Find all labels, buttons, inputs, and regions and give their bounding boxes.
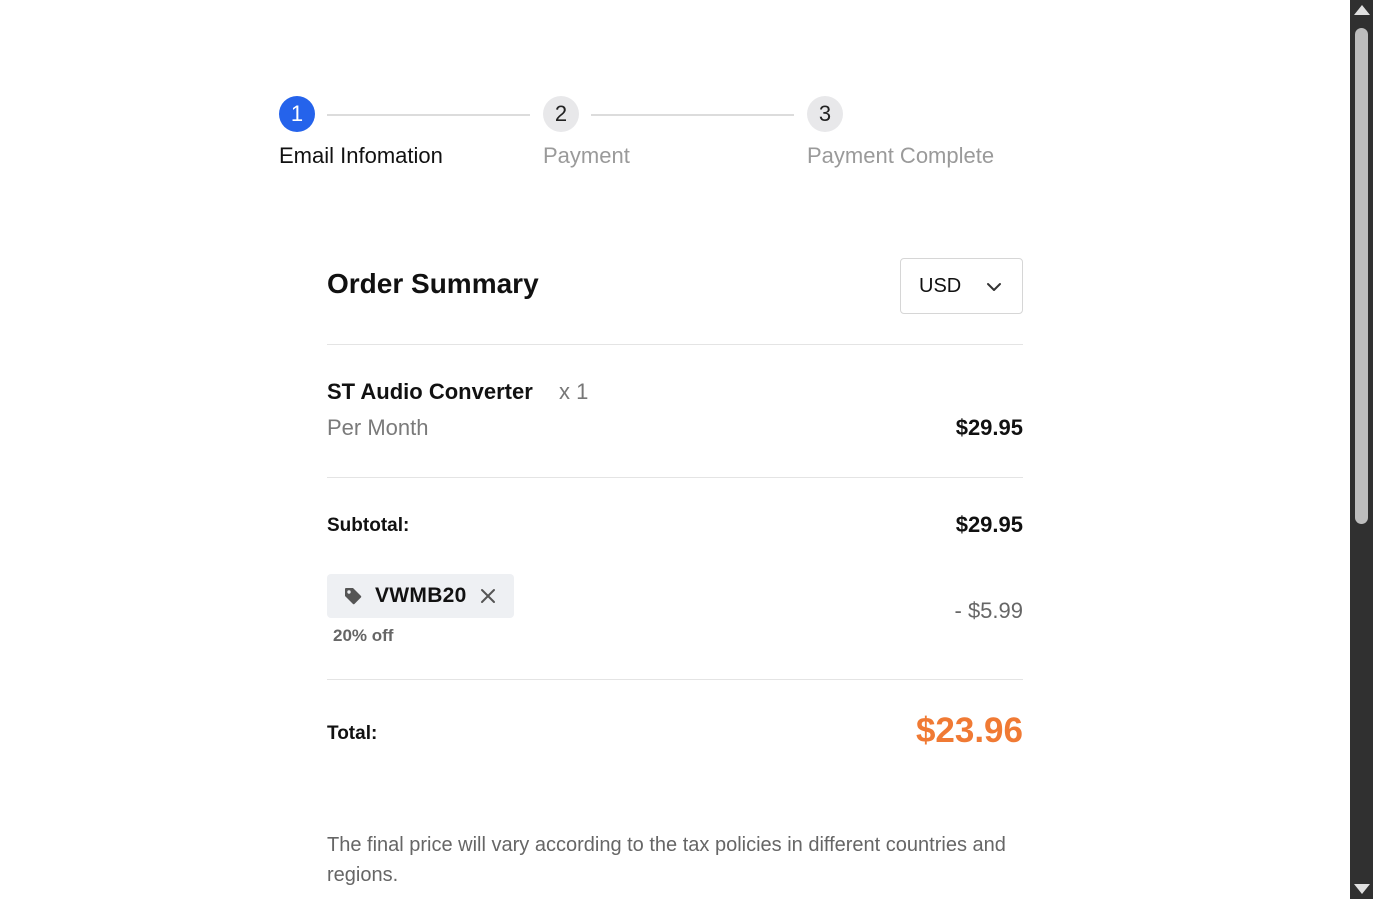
checkout-page: 1 Email Infomation 2 Payment 3 Payment C… xyxy=(0,0,1373,899)
coupon-code: VWMB20 xyxy=(375,584,467,607)
vertical-scrollbar[interactable] xyxy=(1350,0,1373,899)
step-connector xyxy=(327,114,530,116)
product-quantity: x 1 xyxy=(559,379,589,404)
close-icon[interactable] xyxy=(479,587,497,605)
total-value: $23.96 xyxy=(915,711,1023,750)
step-3-label: Payment Complete xyxy=(807,143,995,168)
currency-select[interactable]: USD xyxy=(900,258,1023,314)
coupon-chip: VWMB20 xyxy=(327,574,514,618)
divider xyxy=(327,477,1023,478)
step-1-indicator: 1 xyxy=(279,96,315,132)
subtotal-value: $29.95 xyxy=(955,512,1023,537)
scroll-thumb[interactable] xyxy=(1355,28,1368,524)
product-price: $29.95 xyxy=(955,415,1023,440)
tag-icon xyxy=(345,588,362,605)
scroll-down-arrow-icon[interactable] xyxy=(1354,884,1370,894)
order-summary-title: Order Summary xyxy=(327,268,539,299)
product-name: ST Audio Converter xyxy=(327,379,533,404)
step-3-indicator: 3 xyxy=(807,96,843,132)
scroll-up-arrow-icon[interactable] xyxy=(1354,5,1370,15)
product-billing-period: Per Month xyxy=(327,415,429,440)
checkout-stepper: 1 Email Infomation 2 Payment 3 Payment C… xyxy=(279,96,1039,176)
total-label: Total: xyxy=(327,723,378,744)
step-2-label: Payment xyxy=(543,143,630,168)
divider xyxy=(327,344,1023,345)
coupon-description: 20% off xyxy=(333,626,394,645)
step-1-label: Email Infomation xyxy=(279,143,443,168)
currency-value: USD xyxy=(919,274,962,297)
tax-note: The final price will vary according to t… xyxy=(327,834,1006,886)
step-2-indicator: 2 xyxy=(543,96,579,132)
step-connector xyxy=(591,114,794,116)
divider xyxy=(327,679,1023,680)
subtotal-label: Subtotal: xyxy=(327,515,410,536)
chevron-down-icon xyxy=(987,283,1001,291)
discount-value: - $5.99 xyxy=(954,598,1024,623)
